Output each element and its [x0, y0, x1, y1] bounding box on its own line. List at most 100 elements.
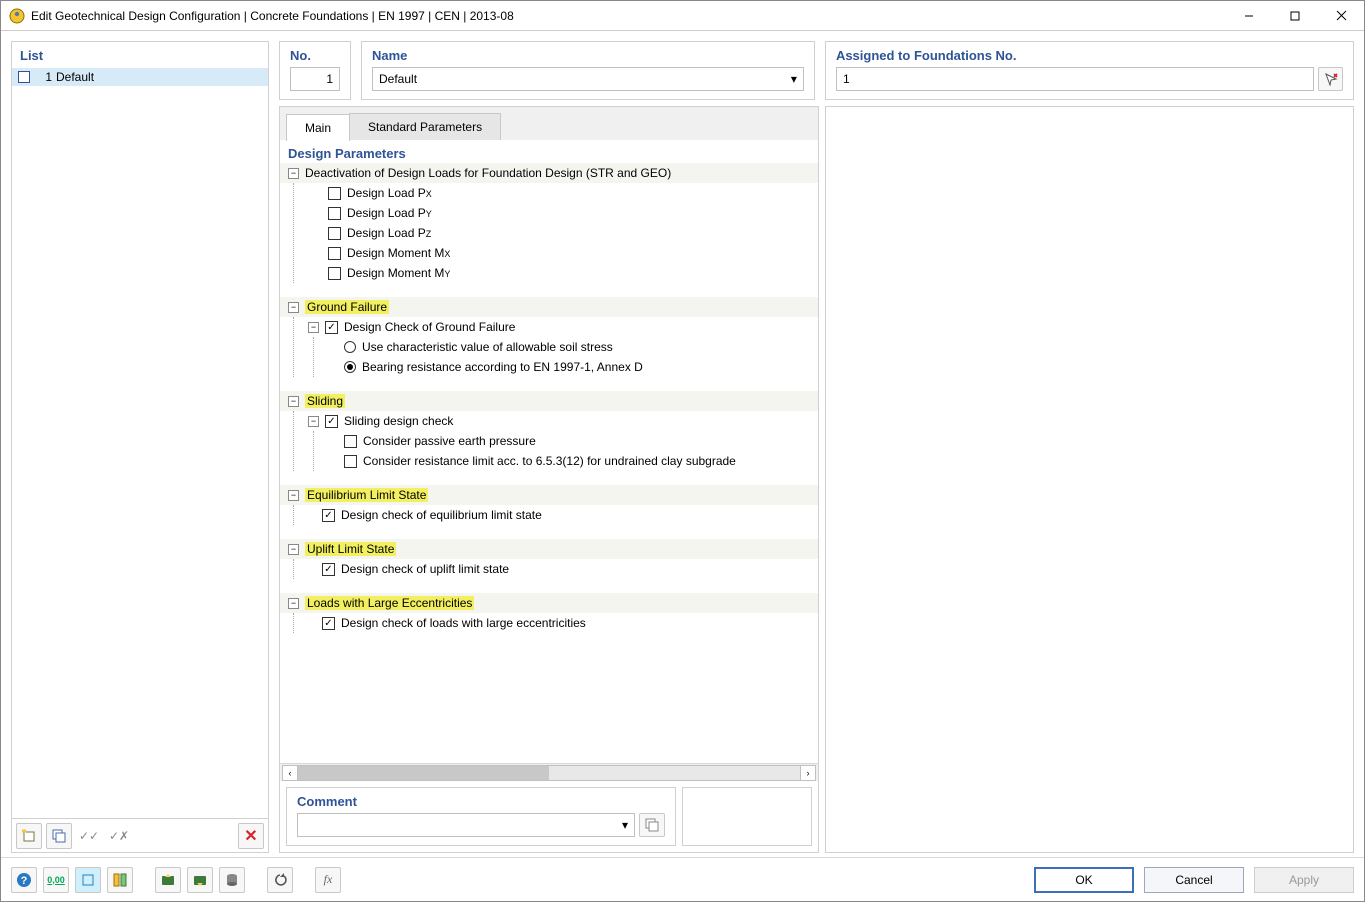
pick-foundation-button[interactable] — [1318, 67, 1343, 91]
scroll-track[interactable] — [297, 765, 801, 781]
collapse-icon[interactable]: − — [288, 302, 299, 313]
scroll-thumb[interactable] — [298, 766, 549, 780]
group-uplift-label: Uplift Limit State — [305, 542, 396, 556]
collapse-icon[interactable]: − — [308, 416, 319, 427]
scroll-left-icon[interactable]: ‹ — [282, 765, 298, 781]
footer-actions: OK Cancel Apply — [1034, 867, 1354, 893]
group-uplift: − Uplift Limit State — [280, 539, 818, 559]
checkbox-eccentricities[interactable]: ✓Design check of loads with large eccent… — [294, 613, 818, 633]
preview-column — [825, 106, 1354, 853]
function-button[interactable]: fx — [315, 867, 341, 893]
group-equilibrium-label: Equilibrium Limit State — [305, 488, 428, 502]
tab-standard-parameters[interactable]: Standard Parameters — [349, 113, 501, 140]
no-label: No. — [290, 48, 340, 63]
content-area: List 1 Default ✓✓ ✓✗ ✕ — [1, 31, 1364, 857]
horizontal-scrollbar[interactable]: ‹ › — [280, 763, 818, 781]
checkbox-my[interactable]: Design Moment MY — [294, 263, 818, 283]
list-item-label: Default — [56, 70, 94, 84]
group-ground-failure: − Ground Failure — [280, 297, 818, 317]
tab-main[interactable]: Main — [286, 114, 350, 141]
group-sliding: − Sliding — [280, 391, 818, 411]
ok-button[interactable]: OK — [1034, 867, 1134, 893]
comment-select[interactable]: ▾ — [297, 813, 635, 837]
maximize-button[interactable] — [1272, 1, 1318, 31]
titlebar: Edit Geotechnical Design Configuration |… — [1, 1, 1364, 31]
list-heading: List — [12, 42, 268, 67]
import-button[interactable] — [155, 867, 181, 893]
group-eccentricities-label: Loads with Large Eccentricities — [305, 596, 474, 610]
name-box: Name Default ▾ — [361, 41, 815, 100]
parameters-column: Main Standard Parameters Design Paramete… — [279, 106, 819, 853]
help-button[interactable]: ? — [11, 867, 37, 893]
group-ground-failure-label: Ground Failure — [305, 300, 389, 314]
group-equilibrium: − Equilibrium Limit State — [280, 485, 818, 505]
right-panel: No. Name Default ▾ Assigned to Foundatio… — [279, 41, 1354, 853]
checkbox-px[interactable]: Design Load PX — [294, 183, 818, 203]
checkbox-ground-failure[interactable]: −✓Design Check of Ground Failure — [294, 317, 818, 337]
apply-button[interactable]: Apply — [1254, 867, 1354, 893]
group-sliding-label: Sliding — [305, 394, 345, 408]
collapse-icon[interactable]: − — [288, 490, 299, 501]
checkbox-pz[interactable]: Design Load PZ — [294, 223, 818, 243]
copy-item-button[interactable] — [46, 823, 72, 849]
view2-button[interactable] — [107, 867, 133, 893]
assigned-field[interactable] — [836, 67, 1314, 91]
units-button[interactable]: 0,00 — [43, 867, 69, 893]
design-parameters-title: Design Parameters — [280, 140, 818, 163]
footer-toolbar: ? 0,00 fx — [11, 867, 341, 893]
list-item[interactable]: 1 Default — [12, 67, 268, 86]
radio-char-stress[interactable]: Use characteristic value of allowable so… — [314, 337, 818, 357]
assigned-box: Assigned to Foundations No. — [825, 41, 1354, 100]
radio-bearing-en1997[interactable]: Bearing resistance according to EN 1997-… — [314, 357, 818, 377]
collapse-icon[interactable]: − — [288, 544, 299, 555]
cancel-button[interactable]: Cancel — [1144, 867, 1244, 893]
checkbox-sliding[interactable]: −✓Sliding design check — [294, 411, 818, 431]
no-field[interactable] — [290, 67, 340, 91]
list-item-checkbox[interactable] — [18, 71, 30, 83]
uncheck-all-button[interactable]: ✓✗ — [106, 823, 132, 849]
new-item-button[interactable] — [16, 823, 42, 849]
comment-label: Comment — [297, 794, 665, 809]
delete-item-button[interactable]: ✕ — [238, 823, 264, 849]
group-eccentricities: − Loads with Large Eccentricities — [280, 593, 818, 613]
checkbox-passive-earth[interactable]: Consider passive earth pressure — [314, 431, 818, 451]
collapse-icon[interactable]: − — [288, 598, 299, 609]
list-toolbar: ✓✓ ✓✗ ✕ — [12, 818, 268, 852]
view1-button[interactable] — [75, 867, 101, 893]
collapse-icon[interactable]: − — [288, 396, 299, 407]
comment-box: Comment ▾ — [286, 787, 676, 846]
window-buttons — [1226, 1, 1364, 31]
window-root: Edit Geotechnical Design Configuration |… — [0, 0, 1365, 902]
group-deactivation: − Deactivation of Design Loads for Found… — [280, 163, 818, 183]
export-button[interactable] — [187, 867, 213, 893]
list-item-number: 1 — [36, 70, 52, 84]
assigned-label: Assigned to Foundations No. — [836, 48, 1343, 63]
comment-saved-button[interactable] — [639, 813, 665, 837]
main-area: Main Standard Parameters Design Paramete… — [279, 106, 1354, 853]
database-button[interactable] — [219, 867, 245, 893]
comment-side-box — [682, 787, 812, 846]
name-select[interactable]: Default ▾ — [372, 67, 804, 91]
name-label: Name — [372, 48, 804, 63]
reset-button[interactable] — [267, 867, 293, 893]
group-deactivation-label: Deactivation of Design Loads for Foundat… — [305, 166, 671, 180]
svg-text:?: ? — [21, 875, 28, 887]
minimize-button[interactable] — [1226, 1, 1272, 31]
chevron-down-icon: ▾ — [622, 818, 628, 832]
collapse-icon[interactable]: − — [288, 168, 299, 179]
collapse-icon[interactable]: − — [308, 322, 319, 333]
left-panel: List 1 Default ✓✓ ✓✗ ✕ — [11, 41, 269, 853]
tab-bar: Main Standard Parameters — [280, 107, 818, 140]
app-icon — [9, 8, 25, 24]
check-all-button[interactable]: ✓✓ — [76, 823, 102, 849]
checkbox-py[interactable]: Design Load PY — [294, 203, 818, 223]
checkbox-undrained-clay[interactable]: Consider resistance limit acc. to 6.5.3(… — [314, 451, 818, 471]
checkbox-mx[interactable]: Design Moment MX — [294, 243, 818, 263]
scroll-right-icon[interactable]: › — [800, 765, 816, 781]
header-row: No. Name Default ▾ Assigned to Foundatio… — [279, 41, 1354, 100]
close-button[interactable] — [1318, 1, 1364, 31]
checkbox-equilibrium[interactable]: ✓Design check of equilibrium limit state — [294, 505, 818, 525]
chevron-down-icon: ▾ — [791, 72, 797, 86]
checkbox-uplift[interactable]: ✓Design check of uplift limit state — [294, 559, 818, 579]
parameters-tree: Design Parameters − Deactivation of Desi… — [280, 140, 818, 763]
